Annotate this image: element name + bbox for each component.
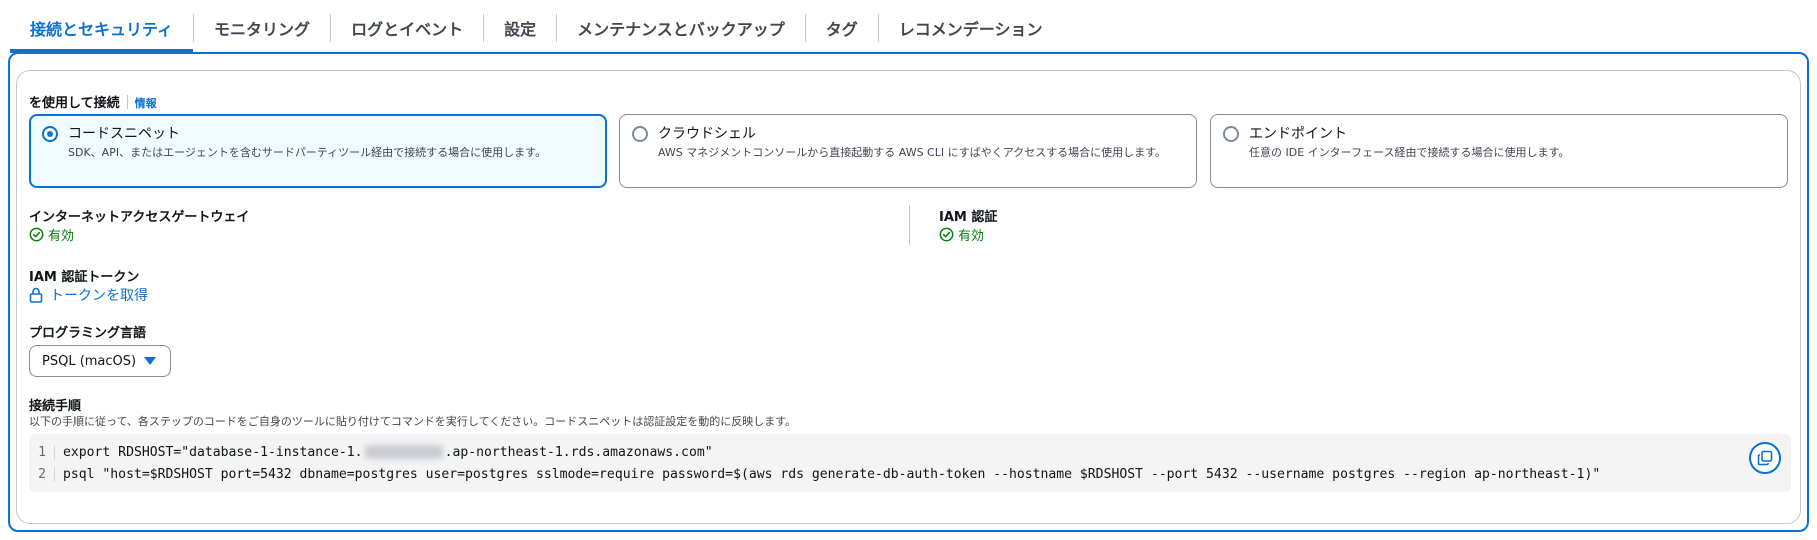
- code-segment: .ap-northeast-1.rds.amazonaws.com": [444, 444, 713, 460]
- check-circle-icon: [939, 227, 954, 242]
- code-line: 2 psql "host=$RDSHOST port=5432 dbname=p…: [29, 464, 1600, 484]
- option-description: SDK、API、またはエージェントを含むサードパーティツール経由で接続する場合に…: [68, 146, 547, 159]
- tab-tags[interactable]: タグ: [806, 0, 878, 52]
- language-select[interactable]: PSQL (macOS): [29, 345, 171, 377]
- line-number: 1: [29, 444, 55, 460]
- instructions-description: 以下の手順に従って、各ステップのコードをご自身のツールに貼り付けてコマンドを実行…: [29, 415, 797, 428]
- connect-with-label: を使用して接続 情報: [29, 92, 157, 111]
- get-token-label[interactable]: トークンを取得: [50, 285, 148, 305]
- option-title: エンドポイント: [1249, 126, 1347, 142]
- internet-gateway-status: 有効: [29, 225, 74, 244]
- caret-down-icon: [144, 357, 156, 365]
- connect-with-label-text: を使用して接続: [29, 96, 120, 111]
- tab-bar: 接続とセキュリティ モニタリング ログとイベント 設定 メンテナンスとバックアッ…: [10, 0, 1063, 53]
- code-block[interactable]: 1 export RDSHOST="database-1-instance-1.…: [29, 434, 1791, 492]
- radio-code-snippet[interactable]: [42, 126, 58, 142]
- option-endpoint[interactable]: エンドポイント 任意の IDE インターフェース経由で接続する場合に使用します。: [1210, 114, 1788, 188]
- radio-endpoint[interactable]: [1223, 126, 1239, 142]
- status-text: 有効: [958, 229, 985, 244]
- code-segment: export RDSHOST="database-1-instance-1.: [63, 444, 363, 460]
- option-description: AWS マネジメントコンソールから直接起動する AWS CLI にすばやくアクセ…: [658, 146, 1167, 159]
- iam-auth-status: 有効: [939, 225, 984, 244]
- copy-icon: [1757, 450, 1773, 466]
- iam-token-label: IAM 認証トークン: [29, 270, 140, 285]
- get-token-link[interactable]: トークンを取得: [29, 285, 148, 305]
- code-text: psql "host=$RDSHOST port=5432 dbname=pos…: [63, 466, 1601, 482]
- lock-icon: [29, 287, 43, 303]
- instructions-label: 接続手順: [29, 399, 82, 414]
- language-label: プログラミング言語: [29, 326, 147, 341]
- redacted-text: [364, 445, 443, 459]
- option-code-snippet[interactable]: コードスニペット SDK、API、またはエージェントを含むサードパーティツール経…: [29, 114, 607, 188]
- status-text: 有効: [48, 229, 75, 244]
- tab-connectivity-security[interactable]: 接続とセキュリティ: [10, 0, 194, 53]
- tab-configuration[interactable]: 設定: [484, 0, 556, 52]
- option-description: 任意の IDE インターフェース経由で接続する場合に使用します。: [1249, 146, 1570, 159]
- column-divider: [909, 205, 910, 245]
- line-number: 2: [29, 466, 55, 482]
- internet-gateway-label: インターネットアクセスゲートウェイ: [29, 210, 250, 225]
- info-divider: [126, 95, 128, 109]
- code-line: 1 export RDSHOST="database-1-instance-1.…: [29, 442, 713, 462]
- iam-auth-label: IAM 認証: [939, 210, 998, 225]
- check-circle-icon: [29, 227, 44, 242]
- tab-recommendations[interactable]: レコメンデーション: [879, 0, 1063, 52]
- language-select-value: PSQL (macOS): [42, 353, 137, 369]
- option-cloud-shell[interactable]: クラウドシェル AWS マネジメントコンソールから直接起動する AWS CLI …: [619, 114, 1197, 188]
- option-title: コードスニペット: [68, 126, 180, 142]
- code-text: export RDSHOST="database-1-instance-1. .a…: [63, 445, 713, 460]
- tab-monitoring[interactable]: モニタリング: [194, 0, 330, 52]
- radio-cloud-shell[interactable]: [632, 126, 648, 142]
- info-link[interactable]: 情報: [135, 97, 157, 110]
- tab-maintenance-backup[interactable]: メンテナンスとバックアップ: [557, 0, 805, 52]
- copy-button[interactable]: [1749, 442, 1781, 474]
- option-title: クラウドシェル: [658, 126, 756, 142]
- tab-logs-events[interactable]: ログとイベント: [331, 0, 483, 52]
